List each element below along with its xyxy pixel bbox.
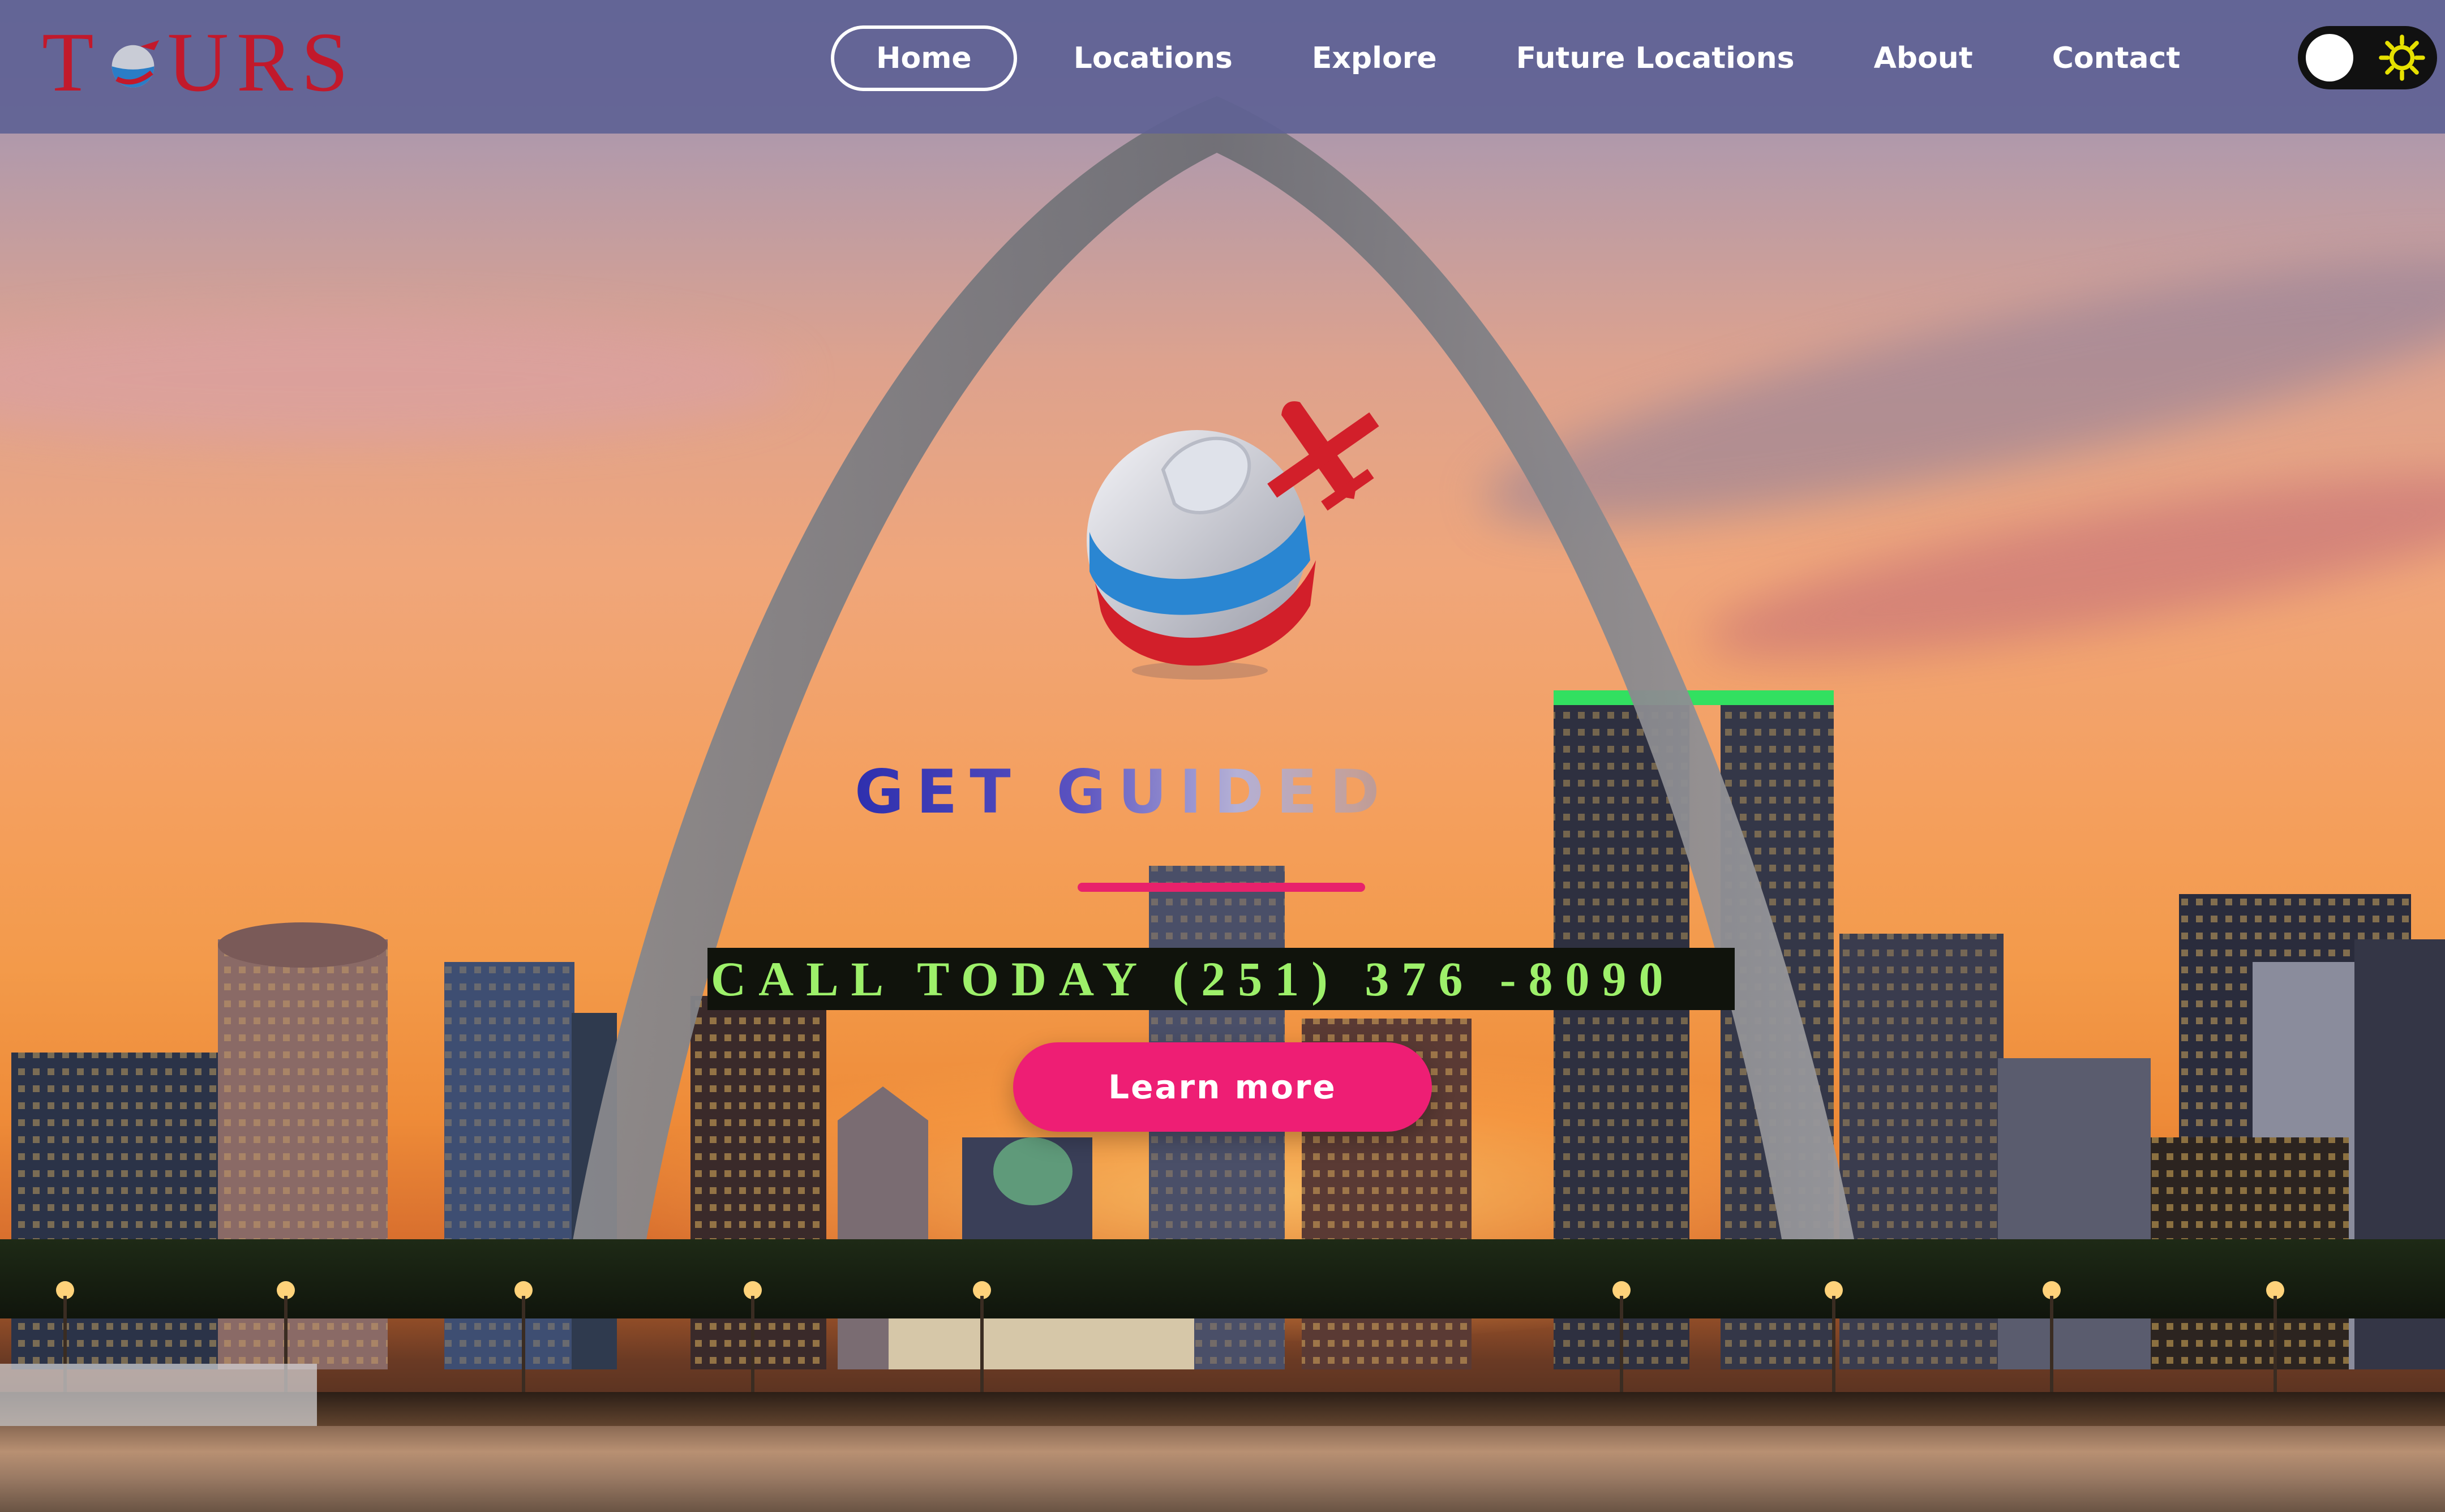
street-lights bbox=[0, 1281, 2284, 1426]
theme-toggle[interactable] bbox=[2298, 26, 2437, 89]
learn-more-label: Learn more bbox=[1108, 1068, 1337, 1106]
globe-plane-icon bbox=[111, 40, 159, 88]
logo-letter: R bbox=[236, 15, 298, 109]
hero-headline: GET GUIDED TODAY bbox=[855, 753, 1590, 906]
nav-about[interactable]: About bbox=[1834, 27, 2013, 89]
logo-letter: U bbox=[167, 15, 233, 109]
nav-links: Home Locations Explore Future Locations … bbox=[831, 25, 2220, 92]
globe-plane-icon bbox=[1087, 401, 1379, 680]
nav-explore[interactable]: Explore bbox=[1272, 27, 1477, 89]
nav-locations[interactable]: Locations bbox=[1034, 27, 1272, 89]
site-logo[interactable]: T U R S bbox=[42, 17, 353, 108]
toggle-knob bbox=[2306, 34, 2353, 81]
headline-underline bbox=[1078, 883, 1365, 892]
river-water bbox=[0, 1426, 2445, 1512]
nav-home[interactable]: Home bbox=[831, 25, 1017, 91]
learn-more-button[interactable]: Learn more bbox=[1013, 1042, 1432, 1132]
nav-future-locations[interactable]: Future Locations bbox=[1477, 27, 1834, 89]
nav-contact[interactable]: Contact bbox=[2013, 27, 2220, 89]
phone-banner[interactable]: CALL TODAY (251) 376 -8090 bbox=[711, 948, 1735, 1010]
sun-icon bbox=[2379, 35, 2425, 81]
top-navbar: T U R S Home Locations Explore Future Lo… bbox=[0, 0, 2445, 134]
logo-letter: T bbox=[42, 15, 98, 109]
logo-letter: S bbox=[301, 15, 353, 109]
